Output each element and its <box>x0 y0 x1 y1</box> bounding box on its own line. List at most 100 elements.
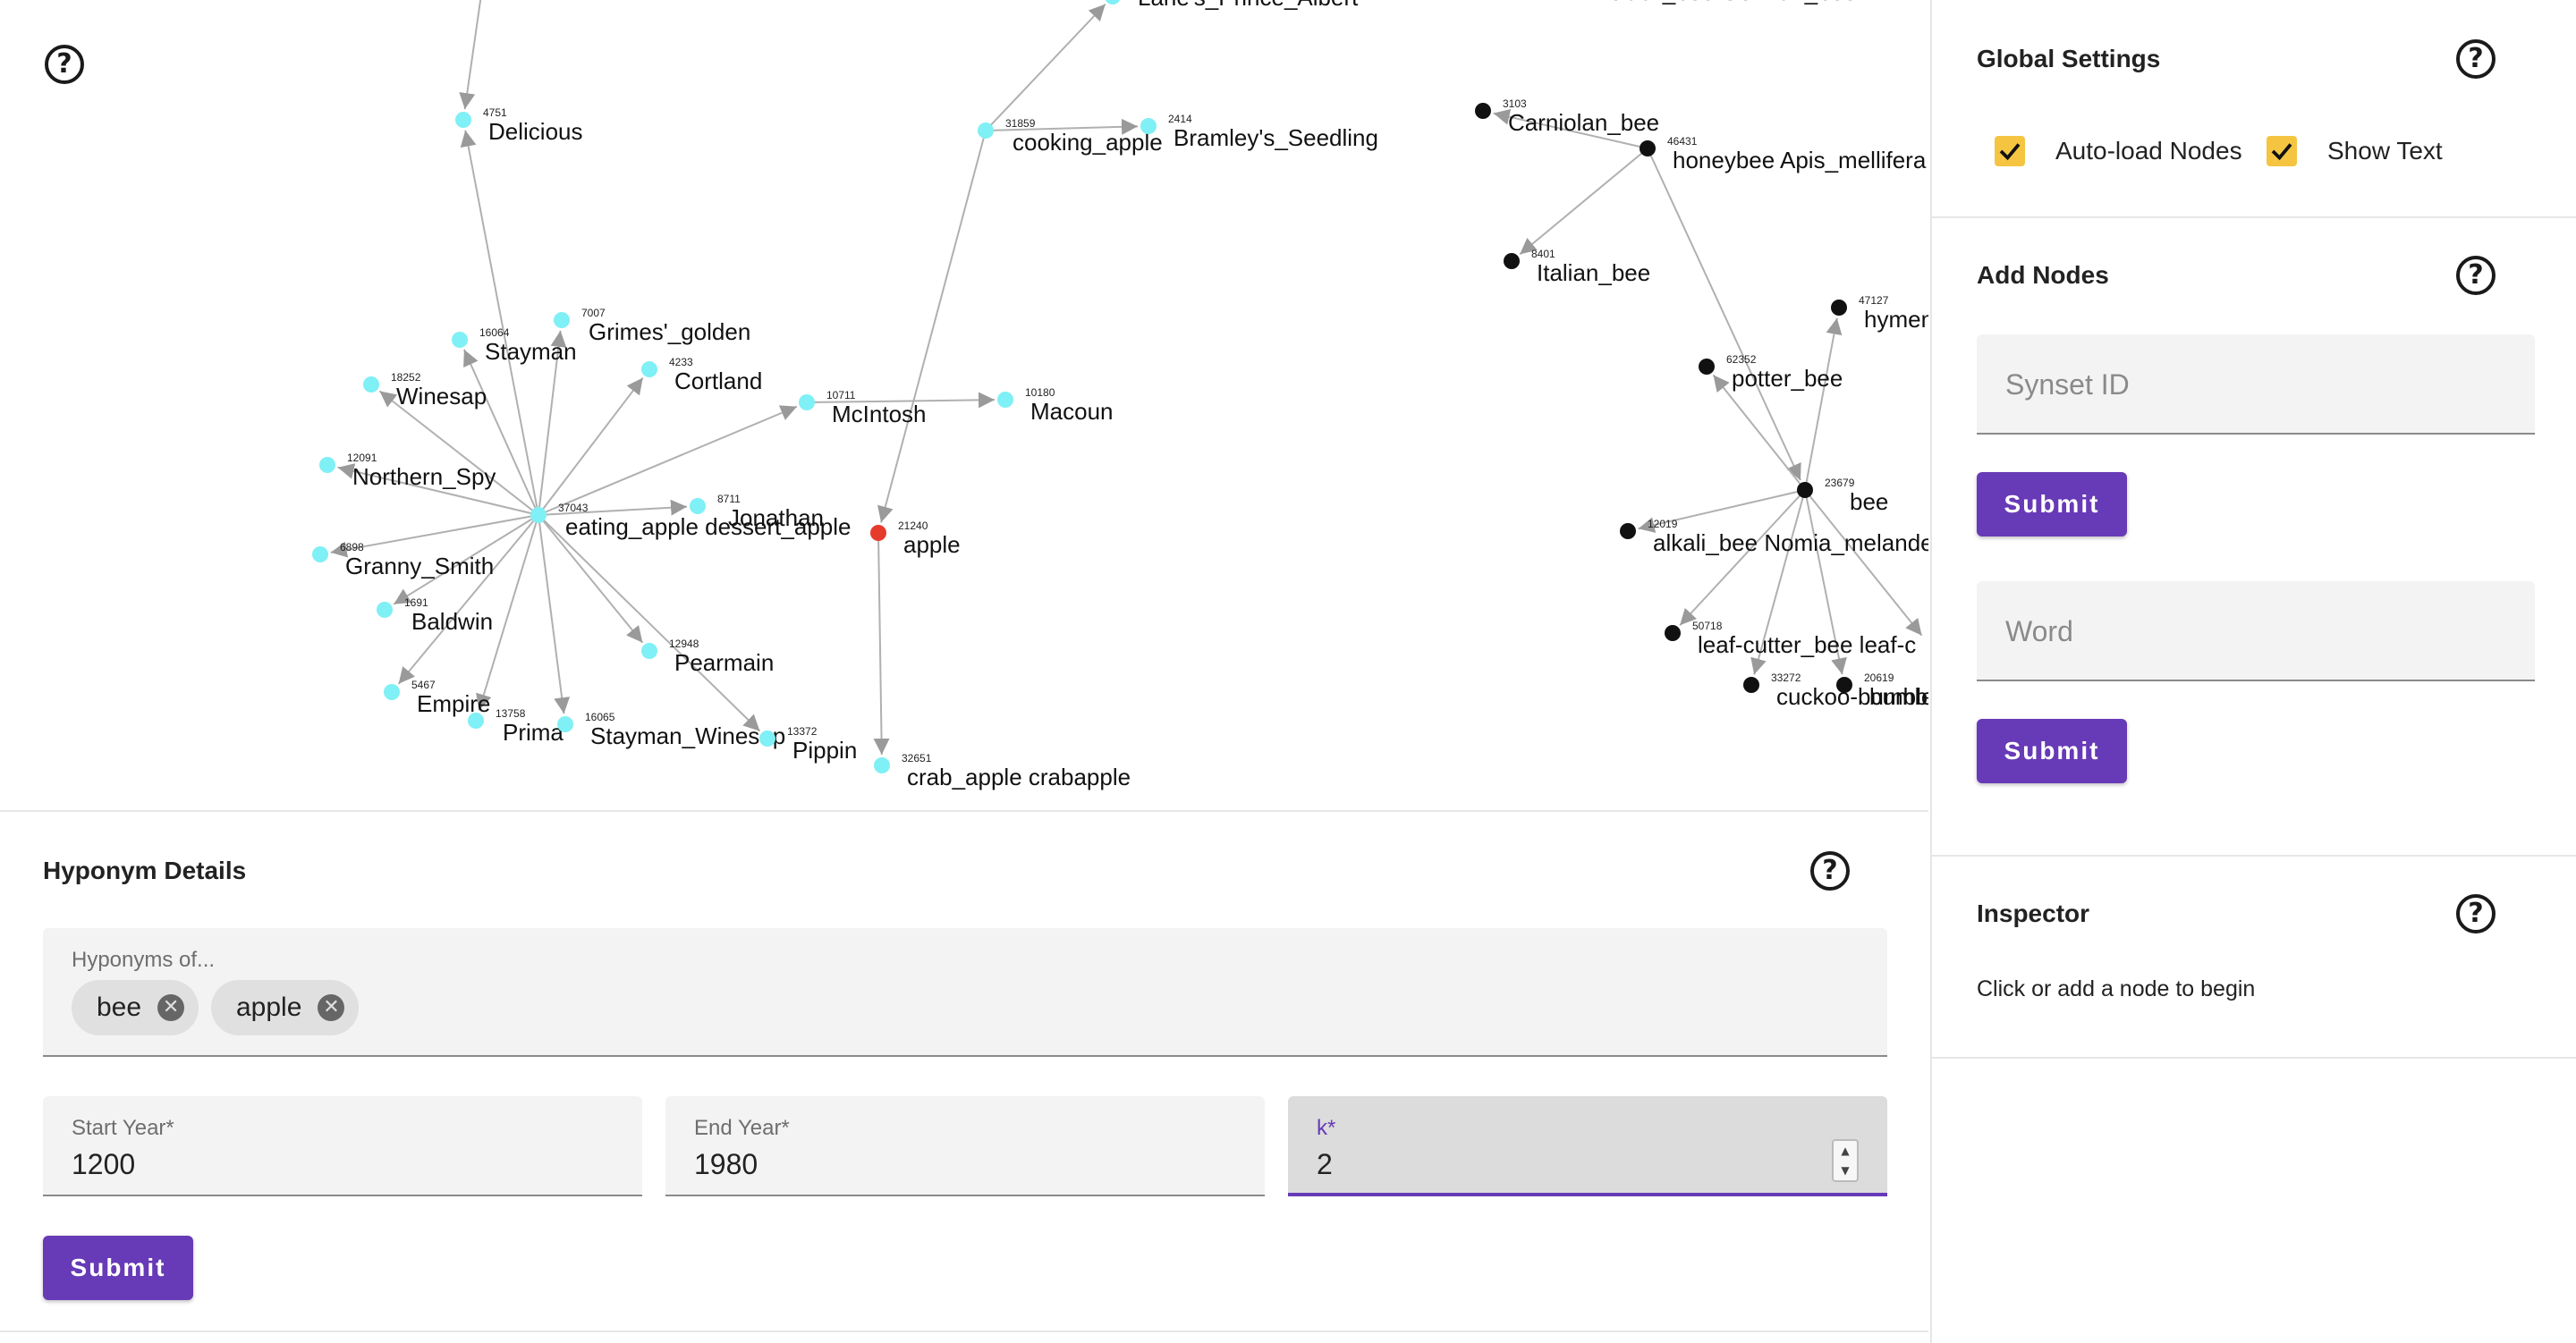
graph-node-label: Northern_Spy <box>352 463 496 490</box>
graph-node-label: Jonathan <box>728 504 824 531</box>
hyponym-submit-button[interactable]: Submit <box>43 1236 193 1300</box>
graph-edge <box>538 514 571 714</box>
inspector-help-icon[interactable]: ? <box>2456 894 2496 933</box>
graph-node-dot[interactable] <box>363 376 379 393</box>
graph-node[interactable]: 47127hymen <box>1831 294 1928 333</box>
graph-node[interactable]: 62352potter_bee <box>1699 353 1843 392</box>
graph-node-dot[interactable] <box>554 312 570 328</box>
graph-node-dot[interactable] <box>1620 523 1636 539</box>
graph-node-dot[interactable] <box>641 361 657 377</box>
graph-node-dot[interactable] <box>557 716 573 732</box>
graph-node[interactable]: black_bee German_bee <box>1575 0 1857 5</box>
graph-node[interactable]: 4751Delicious <box>455 106 583 145</box>
graph-node-dot[interactable] <box>452 332 468 348</box>
start-year-value[interactable]: 1200 <box>72 1148 135 1181</box>
word-field[interactable] <box>1977 581 2535 681</box>
graph-node-count: 37043 <box>558 502 589 514</box>
graph-node-dot[interactable] <box>1640 140 1656 156</box>
global-settings-help-icon[interactable]: ? <box>2456 39 2496 79</box>
graph-node-dot[interactable] <box>1699 359 1715 375</box>
graph-node-dot[interactable] <box>1831 300 1847 316</box>
synset-id-input[interactable] <box>2004 334 2512 435</box>
synset-id-field[interactable] <box>1977 334 2535 435</box>
graph-node-dot[interactable] <box>874 757 890 773</box>
graph-node-dot[interactable] <box>1105 0 1121 4</box>
graph-node-count: 46431 <box>1667 135 1698 148</box>
k-field[interactable]: k* 2 ▲ ▼ <box>1288 1096 1887 1196</box>
graph-node-dot[interactable] <box>1140 118 1157 134</box>
graph-node[interactable]: 6898Granny_Smith <box>312 541 494 579</box>
graph-node-dot[interactable] <box>1743 677 1759 693</box>
graph-node-dot[interactable] <box>1665 625 1681 641</box>
divider <box>1932 1057 2576 1059</box>
graph-edge <box>1519 148 1648 256</box>
graph-node-count: 16065 <box>585 711 615 723</box>
graph-node-dot[interactable] <box>455 112 471 128</box>
graph-node[interactable]: 5467Empire <box>384 679 490 717</box>
end-year-field[interactable]: End Year* 1980 <box>665 1096 1265 1196</box>
graph-node-count: 21240 <box>898 519 928 532</box>
graph-canvas[interactable]: 4751 Delicious 16064 Stayman 7007 Grimes'_gol… <box>0 0 1928 810</box>
chip-remove-icon[interactable]: ✕ <box>157 994 185 1021</box>
graph-node[interactable]: 10180Macoun <box>997 386 1114 425</box>
synset-submit-button[interactable]: Submit <box>1977 472 2127 536</box>
graph-node-dot[interactable] <box>1836 677 1852 693</box>
k-stepper[interactable]: ▲ ▼ <box>1832 1139 1859 1182</box>
graph-node[interactable]: 16064Stayman <box>452 326 577 365</box>
graph-node-dot[interactable] <box>997 392 1013 408</box>
graph-node-dot[interactable] <box>312 546 328 562</box>
k-label: k* <box>1317 1116 1336 1140</box>
graph-node-dot[interactable] <box>870 525 886 541</box>
graph-node-dot[interactable] <box>759 731 775 747</box>
graph-node[interactable]: 4233Cortland <box>641 356 762 394</box>
graph-node-dot[interactable] <box>468 713 484 729</box>
graph-node-dot[interactable] <box>690 498 706 514</box>
graph-node-label: Macoun <box>1030 398 1114 425</box>
end-year-value[interactable]: 1980 <box>694 1148 758 1181</box>
graph-node[interactable]: 21240apple <box>870 519 961 558</box>
graph-node-dot[interactable] <box>377 602 393 618</box>
graph-node[interactable]: 46431honeybee Apis_mellifera <box>1640 135 1927 173</box>
chevron-down-icon[interactable]: ▼ <box>1834 1161 1857 1180</box>
k-value[interactable]: 2 <box>1317 1148 1333 1181</box>
hyponym-help-icon[interactable]: ? <box>1810 851 1850 891</box>
graph-node[interactable]: 31859cooking_apple <box>978 117 1163 156</box>
word-input[interactable] <box>2004 581 2512 681</box>
hyponym-chip-apple: apple ✕ <box>211 980 360 1035</box>
graph-svg[interactable]: 4751Delicious 16064Stayman7007Grimes'_gol… <box>0 0 1928 810</box>
add-nodes-help-icon[interactable]: ? <box>2456 256 2496 295</box>
graph-node-count: 3103 <box>1503 97 1527 110</box>
graph-node[interactable]: 12091Northern_Spy <box>319 452 496 490</box>
graph-node[interactable]: 1691Baldwin <box>377 596 493 635</box>
graph-node[interactable]: 50718leaf-cutter_bee leaf-c <box>1665 620 1916 658</box>
chevron-up-icon[interactable]: ▲ <box>1834 1141 1857 1161</box>
graph-node[interactable]: 16065Stayman_Winesap <box>557 711 785 749</box>
start-year-field[interactable]: Start Year* 1200 <box>43 1096 642 1196</box>
show-text-checkbox[interactable] <box>2267 136 2297 166</box>
graph-node-dot[interactable] <box>384 684 400 700</box>
graph-node-dot[interactable] <box>1797 482 1813 498</box>
graph-node-dot[interactable] <box>530 507 547 523</box>
graph-node[interactable]: 7007Grimes'_golden <box>554 307 750 345</box>
graph-node[interactable]: 2414Bramley's_Seedling <box>1140 113 1378 151</box>
graph-node-dot[interactable] <box>1475 103 1491 119</box>
autoload-checkbox[interactable] <box>1995 136 2025 166</box>
graph-node[interactable]: 32651crab_apple crabapple <box>874 752 1131 790</box>
chip-remove-icon[interactable]: ✕ <box>318 994 345 1021</box>
graph-node-dot[interactable] <box>799 394 815 410</box>
graph-node-dot[interactable] <box>319 457 335 473</box>
word-submit-button[interactable]: Submit <box>1977 719 2127 783</box>
graph-node[interactable]: Lane's_Prince_Albert <box>1105 0 1359 11</box>
graph-node[interactable]: 12948Pearmain <box>641 638 774 676</box>
graph-node-label: Grimes'_golden <box>589 318 750 345</box>
graph-node-label: apple <box>903 531 961 558</box>
graph-node[interactable]: 3103Carniolan_bee <box>1475 97 1659 136</box>
inspector-title: Inspector <box>1977 900 2090 927</box>
graph-node-dot[interactable] <box>641 643 657 659</box>
graph-node-dot[interactable] <box>978 122 994 139</box>
graph-node[interactable]: 10711McIntosh <box>799 389 927 427</box>
graph-node-dot[interactable] <box>1504 253 1520 269</box>
graph-node[interactable]: 8401Italian_bee <box>1504 248 1650 286</box>
graph-help-icon[interactable]: ? <box>45 45 84 84</box>
graph-node[interactable]: 18252Winesap <box>363 371 487 410</box>
